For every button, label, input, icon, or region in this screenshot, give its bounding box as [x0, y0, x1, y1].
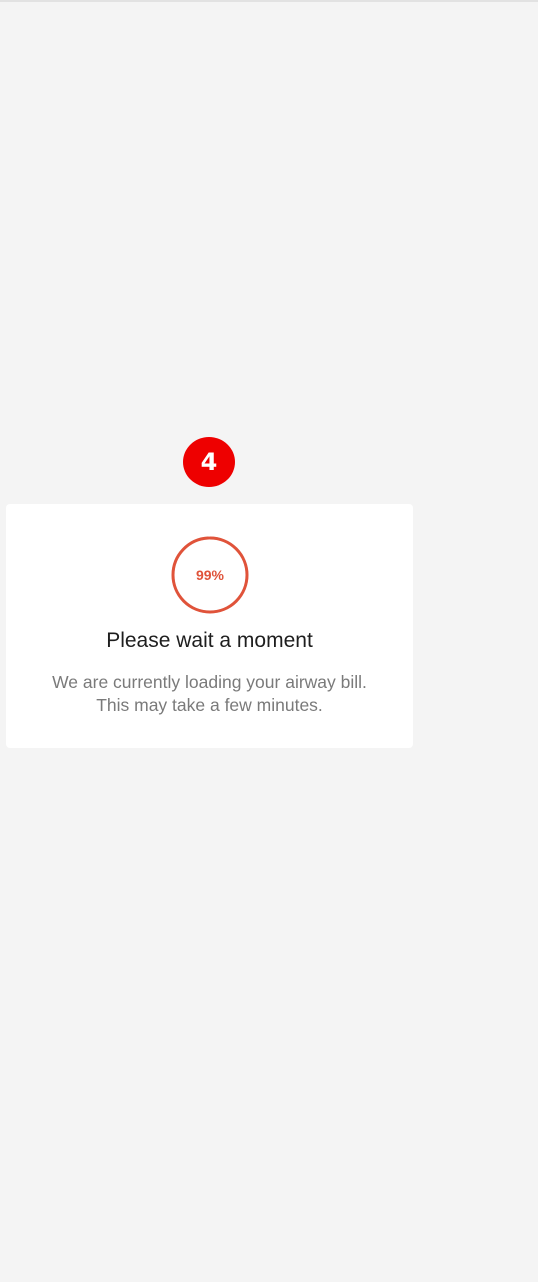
loading-message-line-1: We are currently loading your airway bil… [52, 672, 367, 692]
loading-dialog: 99% Please wait a moment We are currentl… [6, 504, 413, 748]
loading-message: We are currently loading your airway bil… [6, 671, 413, 717]
loading-message-line-2: This may take a few minutes. [96, 695, 323, 715]
progress-percent: 99% [195, 567, 225, 583]
loading-title: Please wait a moment [106, 629, 313, 652]
step-number-badge: 4 [183, 437, 235, 487]
progress-ring: 99% [170, 535, 250, 615]
top-edge-divider [0, 0, 538, 2]
